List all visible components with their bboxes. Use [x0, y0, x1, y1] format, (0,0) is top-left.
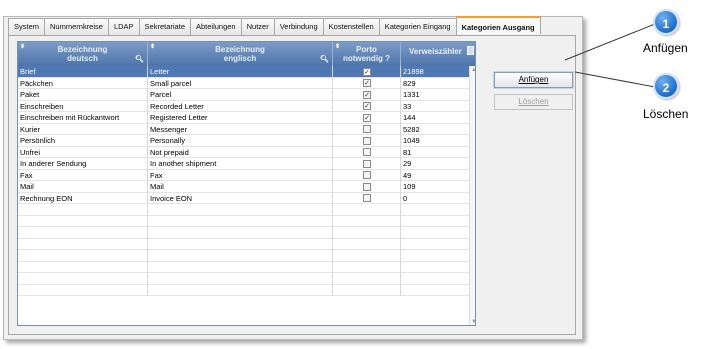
callout-line-2	[574, 71, 656, 88]
callout-badge-1: 1	[653, 9, 679, 35]
callout-label-2: Löschen	[643, 107, 689, 121]
callout-badge-2: 2	[653, 73, 679, 99]
callout-label-1: Anfügen	[643, 41, 688, 55]
tab-kategorien-ausgang[interactable]: Kategorien Ausgang	[455, 16, 541, 34]
callout-lines	[564, 23, 656, 88]
callout-line-1	[564, 23, 656, 61]
